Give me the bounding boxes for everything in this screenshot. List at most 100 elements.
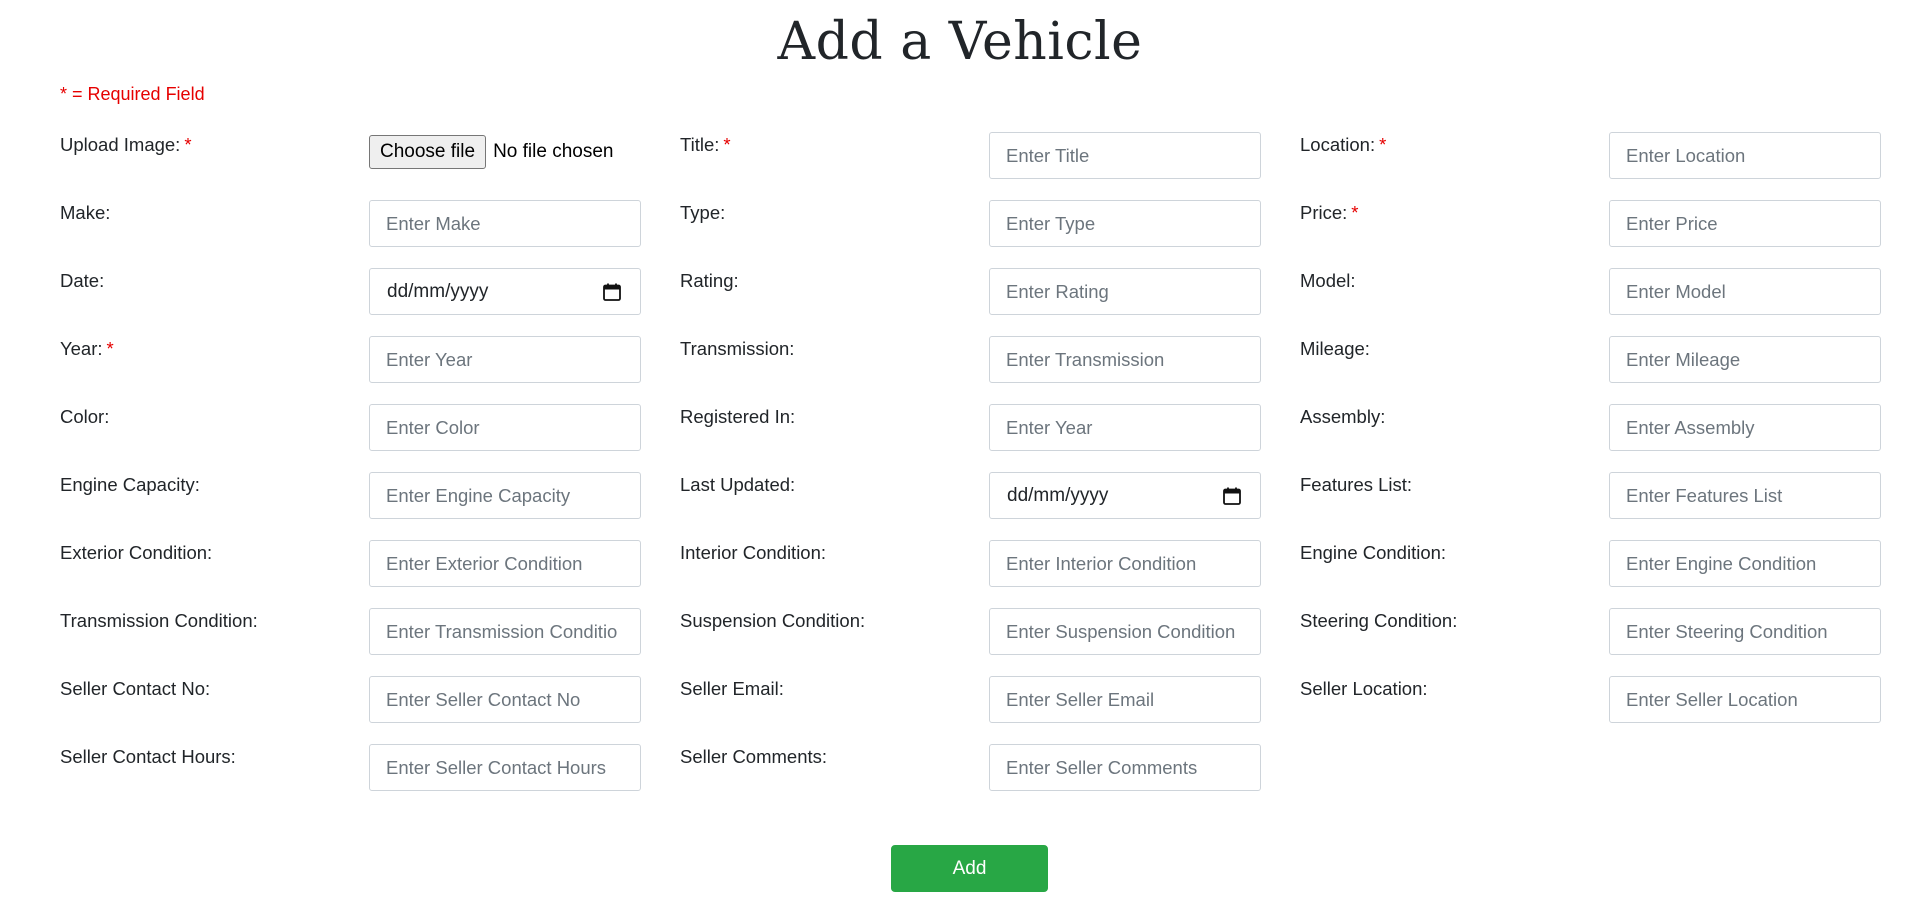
field-engine-condition: Engine Condition:	[1300, 540, 1920, 587]
price-label: Price: *	[1300, 202, 1359, 224]
add-button[interactable]: Add	[891, 845, 1048, 892]
required-marker: *	[723, 134, 731, 155]
location-input[interactable]	[1609, 132, 1881, 179]
last-updated-label: Last Updated:	[680, 474, 795, 496]
assembly-label-text: Assembly:	[1300, 406, 1386, 427]
mileage-control	[1609, 336, 1881, 383]
year-label-text: Year:	[60, 338, 103, 359]
date-date-input[interactable]: dd/mm/yyyy	[369, 268, 641, 315]
title-control	[989, 132, 1261, 179]
features-list-label-text: Features List:	[1300, 474, 1413, 495]
steering-condition-control	[1609, 608, 1881, 655]
seller-location-input[interactable]	[1609, 676, 1881, 723]
engine-capacity-control	[369, 472, 641, 519]
field-color: Color:	[60, 404, 680, 451]
seller-contact-hours-control	[369, 744, 641, 791]
seller-location-control	[1609, 676, 1881, 723]
make-label: Make:	[60, 202, 110, 224]
field-seller-email: Seller Email:	[680, 676, 1300, 723]
color-label: Color:	[60, 406, 109, 428]
seller-comments-control	[989, 744, 1261, 791]
title-label: Title: *	[680, 134, 731, 156]
title-input[interactable]	[989, 132, 1261, 179]
engine-capacity-input[interactable]	[369, 472, 641, 519]
make-input[interactable]	[369, 200, 641, 247]
field-upload-image: Upload Image: * Choose file No file chosen	[60, 132, 680, 179]
interior-condition-input[interactable]	[989, 540, 1261, 587]
color-label-text: Color:	[60, 406, 110, 427]
transmission-input[interactable]	[989, 336, 1261, 383]
upload-image-control: Choose file No file chosen	[369, 132, 641, 179]
upload-image-label: Upload Image: *	[60, 134, 192, 156]
transmission-label: Transmission:	[680, 338, 794, 360]
price-control	[1609, 200, 1881, 247]
required-marker: *	[1379, 134, 1387, 155]
seller-email-input[interactable]	[989, 676, 1261, 723]
last-updated-date-input[interactable]: dd/mm/yyyy	[989, 472, 1261, 519]
add-vehicle-page: Add a Vehicle * = Required Field Upload …	[0, 0, 1920, 912]
mileage-input[interactable]	[1609, 336, 1881, 383]
rating-input[interactable]	[989, 268, 1261, 315]
field-engine-capacity: Engine Capacity:	[60, 472, 680, 519]
field-features-list: Features List:	[1300, 472, 1920, 519]
title-label-text: Title:	[680, 134, 720, 155]
model-input[interactable]	[1609, 268, 1881, 315]
field-seller-contact-no: Seller Contact No:	[60, 676, 680, 723]
field-year: Year: *	[60, 336, 680, 383]
interior-condition-control	[989, 540, 1261, 587]
make-label-text: Make:	[60, 202, 111, 223]
type-input[interactable]	[989, 200, 1261, 247]
year-input[interactable]	[369, 336, 641, 383]
seller-contact-hours-input[interactable]	[369, 744, 641, 791]
seller-contact-no-input[interactable]	[369, 676, 641, 723]
rating-label-text: Rating:	[680, 270, 739, 291]
field-interior-condition: Interior Condition:	[680, 540, 1300, 587]
field-mileage: Mileage:	[1300, 336, 1920, 383]
assembly-input[interactable]	[1609, 404, 1881, 451]
seller-comments-input[interactable]	[989, 744, 1261, 791]
price-input[interactable]	[1609, 200, 1881, 247]
registered-in-label-text: Registered In:	[680, 406, 796, 427]
engine-condition-input[interactable]	[1609, 540, 1881, 587]
exterior-condition-label-text: Exterior Condition:	[60, 542, 213, 563]
features-list-control	[1609, 472, 1881, 519]
exterior-condition-input[interactable]	[369, 540, 641, 587]
seller-contact-hours-label: Seller Contact Hours:	[60, 746, 236, 768]
field-assembly: Assembly:	[1300, 404, 1920, 451]
transmission-control	[989, 336, 1261, 383]
seller-contact-hours-label-text: Seller Contact Hours:	[60, 746, 236, 767]
registered-in-input[interactable]	[989, 404, 1261, 451]
date-control: dd/mm/yyyy	[369, 268, 641, 315]
seller-contact-no-label-text: Seller Contact No:	[60, 678, 211, 699]
make-control	[369, 200, 641, 247]
transmission-condition-input[interactable]	[369, 608, 641, 655]
model-control	[1609, 268, 1881, 315]
transmission-condition-control	[369, 608, 641, 655]
mileage-label-text: Mileage:	[1300, 338, 1370, 359]
file-input[interactable]: Choose file No file chosen	[369, 132, 641, 172]
engine-capacity-label-text: Engine Capacity:	[60, 474, 200, 495]
transmission-condition-label-text: Transmission Condition:	[60, 610, 258, 631]
field-transmission-condition: Transmission Condition:	[60, 608, 680, 655]
engine-condition-label: Engine Condition:	[1300, 542, 1446, 564]
last-updated-control: dd/mm/yyyy	[989, 472, 1261, 519]
seller-email-label: Seller Email:	[680, 678, 784, 700]
steering-condition-input[interactable]	[1609, 608, 1881, 655]
calendar-icon[interactable]	[1222, 486, 1242, 506]
calendar-icon[interactable]	[602, 282, 622, 302]
location-control	[1609, 132, 1881, 179]
color-input[interactable]	[369, 404, 641, 451]
seller-comments-label: Seller Comments:	[680, 746, 827, 768]
required-marker: *	[106, 338, 114, 359]
date-label-text: Date:	[60, 270, 105, 291]
seller-email-label-text: Seller Email:	[680, 678, 784, 699]
seller-location-label-text: Seller Location:	[1300, 678, 1428, 699]
features-list-input[interactable]	[1609, 472, 1881, 519]
suspension-condition-input[interactable]	[989, 608, 1261, 655]
engine-condition-control	[1609, 540, 1881, 587]
exterior-condition-control	[369, 540, 641, 587]
choose-file-button[interactable]: Choose file	[369, 135, 487, 169]
price-label-text: Price:	[1300, 202, 1348, 223]
field-model: Model:	[1300, 268, 1920, 315]
suspension-condition-control	[989, 608, 1261, 655]
